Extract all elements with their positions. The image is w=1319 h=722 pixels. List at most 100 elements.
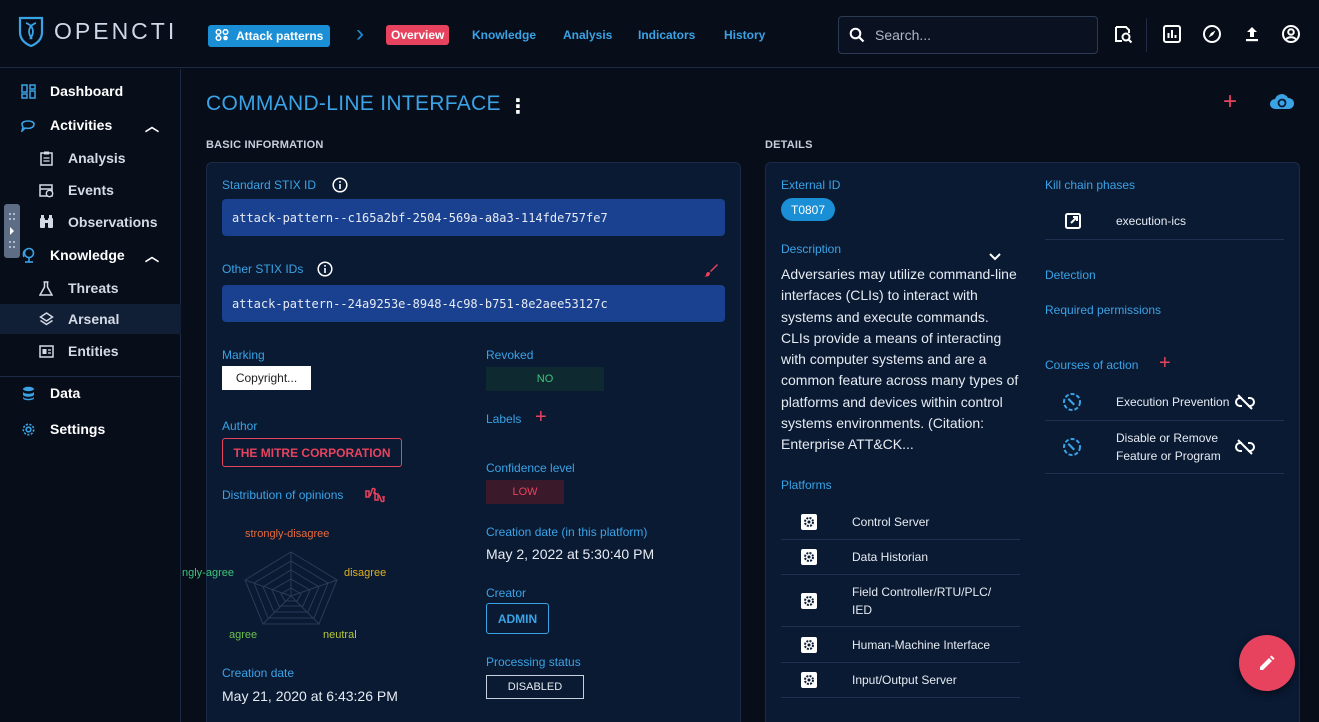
creation-date-value: May 21, 2020 at 6:43:26 PM xyxy=(222,688,398,704)
tab-overview[interactable]: Overview xyxy=(386,25,450,45)
activities-icon xyxy=(20,117,36,133)
nav-observations[interactable]: Observations xyxy=(0,207,181,237)
nav-events[interactable]: Events xyxy=(0,175,181,205)
account-icon[interactable] xyxy=(1281,24,1301,44)
search-icon xyxy=(849,27,865,43)
author-chip[interactable]: THE MITRE CORPORATION xyxy=(222,438,402,467)
list-item[interactable]: Control Server xyxy=(781,505,1020,540)
add-icon[interactable]: + xyxy=(1223,88,1237,116)
explore-icon[interactable] xyxy=(1202,24,1222,44)
settings-icon xyxy=(20,421,36,437)
open-in-new-icon xyxy=(1064,212,1082,230)
opinions-label: Distribution of opinions xyxy=(222,488,344,502)
tab-indicators[interactable]: Indicators xyxy=(638,28,695,42)
platform-label: Input/Output Server xyxy=(852,673,957,687)
breadcrumb-chevron-icon: › xyxy=(356,20,364,47)
nav-threats[interactable]: Threats xyxy=(0,273,181,303)
nav-analysis[interactable]: Analysis xyxy=(0,143,181,173)
nav-label: Dashboard xyxy=(50,83,124,99)
link-off-icon[interactable] xyxy=(1235,439,1255,455)
external-id-label: External ID xyxy=(781,178,841,192)
nav-label: Analysis xyxy=(68,150,126,166)
gear-box-icon xyxy=(800,592,818,610)
tab-history[interactable]: History xyxy=(724,28,765,42)
add-course-of-action-icon[interactable]: + xyxy=(1159,352,1171,375)
marking-chip[interactable]: Copyright... xyxy=(222,366,311,390)
list-item[interactable]: Human-Machine Interface xyxy=(781,627,1020,663)
creator-label: Creator xyxy=(486,586,527,600)
platform-label: Data Historian xyxy=(852,550,929,564)
detection-label: Detection xyxy=(1045,268,1096,282)
course-of-action-item[interactable]: Disable or Remove Feature or Program xyxy=(1045,421,1284,474)
entity-type-label: Attack patterns xyxy=(236,29,324,43)
opinions-radar-chart xyxy=(244,551,338,625)
nav-knowledge[interactable]: Knowledge ︿ xyxy=(0,240,181,270)
course-of-action-item[interactable]: Execution Prevention xyxy=(1045,384,1284,421)
upload-icon[interactable] xyxy=(1242,24,1262,44)
progress-wrench-icon xyxy=(1062,437,1082,457)
nav-entities[interactable]: Entities xyxy=(0,336,181,366)
search-box[interactable] xyxy=(838,16,1098,54)
revoked-label: Revoked xyxy=(486,348,534,362)
add-label-icon[interactable]: + xyxy=(535,406,547,429)
tab-analysis[interactable]: Analysis xyxy=(563,28,612,42)
list-item[interactable]: Input/Output Server xyxy=(781,663,1020,698)
nav-activities[interactable]: Activities ︿ xyxy=(0,110,181,140)
platform-label: Field Controller/RTU/PLC/ IED xyxy=(852,584,992,617)
external-id-chip[interactable]: T0807 xyxy=(781,198,835,221)
link-off-icon[interactable] xyxy=(1235,394,1255,410)
labels-label: Labels xyxy=(486,412,522,426)
radar-label-neutral: neutral xyxy=(323,629,357,641)
nav-label: Threats xyxy=(68,280,119,296)
page-title: COMMAND-LINE INTERFACE xyxy=(206,92,501,115)
radar-label-strongly-disagree: strongly-disagree xyxy=(245,528,330,540)
search-advanced-icon[interactable] xyxy=(1113,24,1133,44)
edit-fab-button[interactable] xyxy=(1239,635,1295,691)
nav-data[interactable]: Data xyxy=(0,378,181,408)
kill-chain-item[interactable]: execution-ics xyxy=(1045,203,1284,240)
list-item[interactable]: Data Historian xyxy=(781,540,1020,575)
chevron-down-icon[interactable] xyxy=(988,252,1002,262)
drawer-toggle-handle[interactable] xyxy=(4,204,20,258)
chevron-up-icon[interactable]: ︿ xyxy=(145,246,159,266)
nav-arsenal[interactable]: Arsenal xyxy=(0,304,181,334)
creation-platform-label: Creation date (in this platform) xyxy=(486,525,648,539)
entities-icon xyxy=(38,343,54,359)
search-input[interactable] xyxy=(875,27,1075,43)
courses-of-action-label: Courses of action xyxy=(1045,358,1139,372)
platform-label: Human-Machine Interface xyxy=(852,637,991,652)
nav-label: Activities xyxy=(50,117,113,133)
tab-knowledge[interactable]: Knowledge xyxy=(472,28,536,42)
left-navigation: Dashboard Activities ︿ Analysis Events O… xyxy=(0,69,181,722)
nav-label: Arsenal xyxy=(68,311,120,327)
info-icon[interactable] xyxy=(317,261,333,277)
nav-dashboard[interactable]: Dashboard xyxy=(0,76,181,106)
opinions-icon[interactable] xyxy=(364,485,386,503)
nav-label: Data xyxy=(50,385,81,401)
entity-type-chip[interactable]: Attack patterns xyxy=(208,25,331,47)
more-vert-icon[interactable]: ⋮ xyxy=(508,94,528,119)
required-permissions-label: Required permissions xyxy=(1045,303,1162,317)
author-label: Author xyxy=(222,419,258,433)
nav-divider xyxy=(0,376,181,377)
pencil-icon xyxy=(1260,655,1275,670)
brush-edit-icon[interactable] xyxy=(703,262,719,278)
revoked-chip: NO xyxy=(486,367,604,391)
processing-status-chip: DISABLED xyxy=(486,675,584,699)
dashboard-icon[interactable] xyxy=(1162,24,1182,44)
radar-label-strongly-agree: ngly-agree xyxy=(182,567,234,579)
logo-text: OPENCTI xyxy=(54,17,178,44)
confidence-chip: LOW xyxy=(486,480,564,504)
binoculars-icon xyxy=(38,214,54,230)
creator-chip[interactable]: ADMIN xyxy=(486,603,549,634)
description-label: Description xyxy=(781,242,842,256)
nav-settings[interactable]: Settings xyxy=(0,414,181,444)
list-item[interactable]: Field Controller/RTU/PLC/ IED xyxy=(781,575,1020,627)
gear-box-icon xyxy=(800,513,818,531)
info-icon[interactable] xyxy=(332,177,348,193)
topbar-divider xyxy=(1146,18,1147,52)
standard-stix-id-value: attack-pattern--c165a2bf-2504-569a-a8a3-… xyxy=(222,199,725,236)
app-logo[interactable]: OPENCTI xyxy=(16,14,177,48)
chevron-up-icon[interactable]: ︿ xyxy=(145,116,159,136)
cloud-refresh-icon[interactable] xyxy=(1269,91,1295,111)
